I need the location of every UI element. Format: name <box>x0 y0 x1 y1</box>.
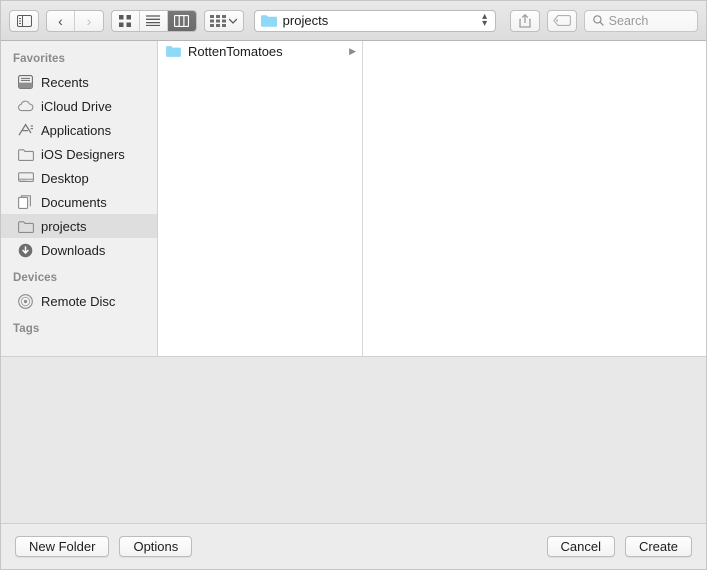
sidebar-toggle-button[interactable] <box>9 9 39 32</box>
sidebar-item-documents[interactable]: Documents <box>1 190 157 214</box>
column-view-button[interactable] <box>167 10 196 31</box>
list-item-label: RottenTomatoes <box>188 43 283 59</box>
path-popup-button[interactable]: projects ▴ ▾ <box>253 9 496 32</box>
folder-icon <box>17 218 34 234</box>
sidebar-section-devices-header: Devices <box>13 272 58 284</box>
disc-icon <box>17 293 34 309</box>
sidebar-item-label: iCloud Drive <box>41 98 112 114</box>
browser-column-2 <box>363 41 706 356</box>
search-field[interactable]: Search <box>583 9 698 32</box>
cloud-icon <box>17 98 34 114</box>
search-placeholder: Search <box>608 13 649 28</box>
sidebar-item-remote-disc[interactable]: Remote Disc <box>1 289 157 313</box>
sidebar-item-label: iOS Designers <box>41 146 125 162</box>
sidebar-item-ios-designers[interactable]: iOS Designers <box>1 142 157 166</box>
path-stepper-icon[interactable]: ▴ ▾ <box>479 12 491 29</box>
sidebar-item-label: Downloads <box>41 242 106 258</box>
sidebar-item-desktop[interactable]: Desktop <box>1 166 157 190</box>
columns-icon <box>174 14 190 27</box>
sidebar-item-recents[interactable]: Recents <box>1 70 157 94</box>
group-by-button[interactable] <box>203 9 244 32</box>
share-button[interactable] <box>509 9 540 32</box>
chevron-down-icon <box>229 18 238 24</box>
sidebar-section-favorites-header: Favorites <box>13 53 66 65</box>
list-icon <box>146 15 161 26</box>
new-folder-button[interactable]: New Folder <box>15 536 110 557</box>
applications-icon <box>17 122 34 138</box>
path-value: projects <box>282 13 329 28</box>
list-view-button[interactable] <box>140 10 168 31</box>
footer-bar: New Folder Options Cancel Create <box>1 523 706 569</box>
folder-icon <box>166 45 181 57</box>
tag-icon <box>552 15 571 26</box>
back-button[interactable]: ‹ <box>47 10 75 31</box>
sidebar-item-applications[interactable]: Applications <box>1 118 157 142</box>
view-mode-control <box>110 9 197 32</box>
grid-icon <box>119 14 132 27</box>
group-by-icon <box>210 14 227 27</box>
folder-icon <box>260 14 277 27</box>
sidebar-item-label: Applications <box>41 122 112 138</box>
icon-view-button[interactable] <box>112 10 140 31</box>
sidebar-section-tags-header: Tags <box>13 323 40 335</box>
search-icon <box>592 15 604 26</box>
share-icon <box>519 13 531 28</box>
documents-icon <box>17 194 34 210</box>
sidebar-item-label: Recents <box>41 74 89 90</box>
sidebar: Favorites Recents iCloud Drive Applicati… <box>1 41 158 356</box>
sidebar-toggle-icon <box>16 14 32 27</box>
options-button[interactable]: Options <box>119 536 193 557</box>
sidebar-item-label: Desktop <box>41 170 89 186</box>
sidebar-item-downloads[interactable]: Downloads <box>1 238 157 262</box>
tags-button[interactable] <box>546 9 577 32</box>
folder-icon <box>17 146 34 162</box>
desktop-icon <box>17 170 34 186</box>
downloads-icon <box>17 242 34 258</box>
browser-column-1: RottenTomatoes ▶ <box>158 41 363 356</box>
options-pane: Source Control: Create Git repository on… <box>1 356 706 523</box>
list-item[interactable]: RottenTomatoes ▶ <box>158 41 362 61</box>
save-dialog-window: ‹ › projects ▴ ▾ Search Favorites Recent… <box>0 0 707 570</box>
sidebar-item-projects[interactable]: projects <box>1 214 157 238</box>
sidebar-item-label: Remote Disc <box>41 293 116 309</box>
chevron-left-icon: ‹ <box>58 12 63 29</box>
file-browser: Favorites Recents iCloud Drive Applicati… <box>1 41 706 356</box>
recents-icon <box>17 74 34 90</box>
forward-button[interactable]: › <box>75 11 103 31</box>
disclosure-triangle-icon[interactable]: ▶ <box>349 46 356 57</box>
navigation-buttons: ‹ › <box>46 9 104 32</box>
toolbar: ‹ › projects ▴ ▾ Search <box>1 1 706 41</box>
sidebar-item-icloud-drive[interactable]: iCloud Drive <box>1 94 157 118</box>
chevron-right-icon: › <box>86 12 92 29</box>
cancel-button[interactable]: Cancel <box>546 536 615 557</box>
sidebar-item-label: projects <box>41 218 87 234</box>
create-button[interactable]: Create <box>624 536 692 557</box>
sidebar-item-label: Documents <box>41 194 107 210</box>
